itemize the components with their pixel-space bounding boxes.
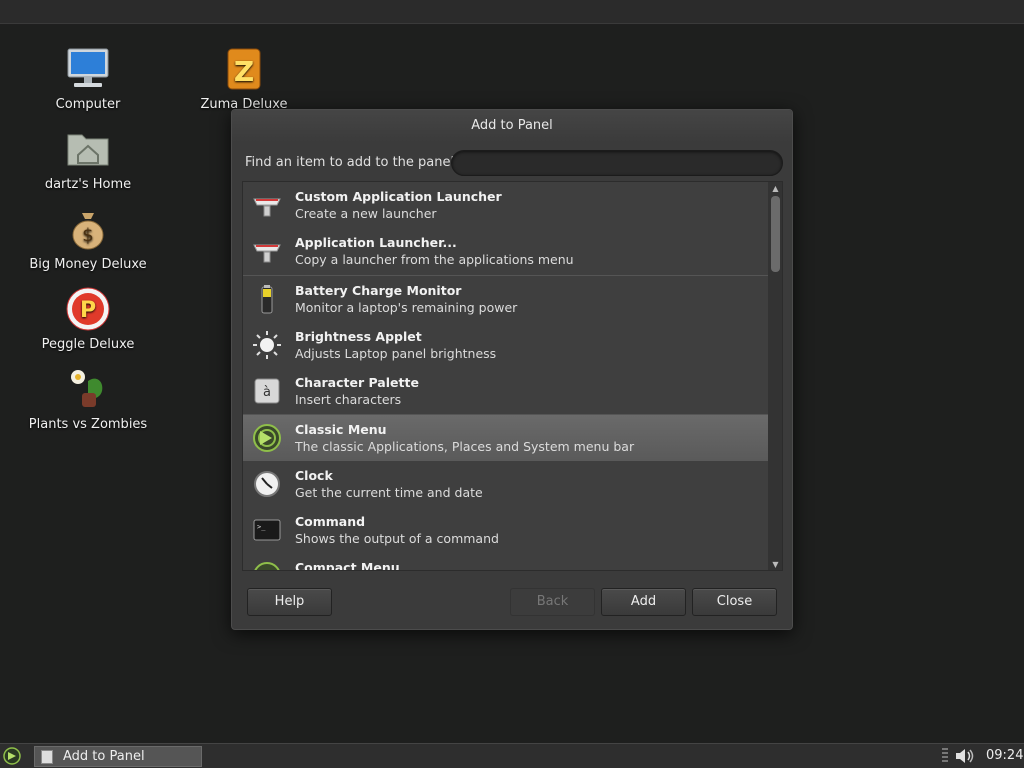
item-desc: Copy a launcher from the applications me… <box>295 252 574 267</box>
help-button[interactable]: Help <box>247 588 332 616</box>
taskbar-item-add-to-panel[interactable]: Add to Panel <box>34 746 202 767</box>
item-desc: Insert characters <box>295 392 402 407</box>
clock-icon <box>254 471 280 497</box>
clock[interactable]: 09:24 <box>986 748 1023 763</box>
item-title: Custom Application Launcher <box>295 189 502 204</box>
item-title: Command <box>295 514 366 529</box>
applet-list-viewport: Custom Application Launcher Create a new… <box>243 182 768 571</box>
desktop-icon-peggle[interactable]: P Peggle Deluxe <box>28 285 148 352</box>
list-item[interactable]: Brightness Applet Adjusts Laptop panel b… <box>243 322 768 368</box>
plants-icon <box>71 370 103 407</box>
scrollbar-thumb[interactable] <box>771 196 780 272</box>
tray-handle[interactable] <box>942 748 948 764</box>
back-button[interactable]: Back <box>510 588 595 616</box>
item-desc: Monitor a laptop's remaining power <box>295 300 518 315</box>
launcher-icon <box>253 244 281 263</box>
item-desc: The classic Applications, Places and Sys… <box>295 439 635 454</box>
svg-text:>_: >_ <box>257 523 266 531</box>
menu-icon <box>254 562 280 570</box>
zuma-icon: Z <box>227 48 261 90</box>
item-desc: Adjusts Laptop panel brightness <box>295 346 497 361</box>
desktop-icon-big-money[interactable]: $ Big Money Deluxe <box>28 205 148 272</box>
desktop-icon-zuma[interactable]: Z Zuma Deluxe <box>184 45 304 112</box>
desktop-icon-label: Plants vs Zombies <box>28 417 148 432</box>
item-desc: Shows the output of a command <box>295 531 499 546</box>
close-button[interactable]: Close <box>692 588 777 616</box>
taskbar-item-label: Add to Panel <box>63 749 145 764</box>
scroll-down-arrow-icon[interactable]: ▼ <box>768 558 782 570</box>
sun-icon <box>253 331 281 359</box>
desktop-icon-computer[interactable]: Computer <box>28 45 148 112</box>
item-desc: Get the current time and date <box>295 485 483 500</box>
desktop-icon-label: dartz's Home <box>44 177 132 192</box>
list-scrollbar[interactable]: ▲ ▼ <box>768 182 782 570</box>
home-folder-icon <box>67 134 109 166</box>
dialog-title: Add to Panel <box>232 110 792 142</box>
add-to-panel-dialog: Add to Panel Find an item to add to the … <box>231 109 793 630</box>
main-menu-icon[interactable] <box>2 746 22 766</box>
desktop-icon-label: Computer <box>55 97 121 112</box>
character-palette-icon: à <box>254 378 280 404</box>
desktop-icon-label: Peggle Deluxe <box>41 337 135 352</box>
find-label: Find an item to add to the panel: <box>245 155 459 170</box>
volume-icon[interactable] <box>954 747 976 765</box>
item-title: Brightness Applet <box>295 329 422 344</box>
svg-text:P: P <box>80 298 96 323</box>
item-title: Clock <box>295 468 333 483</box>
window-icon <box>41 750 53 764</box>
svg-text:$: $ <box>82 225 93 246</box>
peggle-icon: P <box>66 287 110 331</box>
item-title: Battery Charge Monitor <box>295 283 462 298</box>
svg-text:à: à <box>263 385 271 400</box>
list-item[interactable]: Application Launcher... Copy a launcher … <box>243 228 768 274</box>
list-item[interactable]: Compact Menu <box>243 553 768 571</box>
battery-icon <box>261 285 273 314</box>
item-title: Character Palette <box>295 375 419 390</box>
list-item[interactable]: >_ Command Shows the output of a command <box>243 507 768 553</box>
list-item[interactable]: Custom Application Launcher Create a new… <box>243 182 768 228</box>
computer-icon <box>67 48 109 87</box>
list-item[interactable]: Clock Get the current time and date <box>243 461 768 507</box>
search-input[interactable] <box>451 150 783 176</box>
desktop-icon-label: Big Money Deluxe <box>29 257 147 272</box>
item-title: Compact Menu <box>295 560 400 571</box>
terminal-icon: >_ <box>253 519 281 541</box>
item-desc: Create a new launcher <box>295 206 437 221</box>
top-panel <box>0 0 1024 24</box>
launcher-icon <box>253 198 281 217</box>
scroll-up-arrow-icon[interactable]: ▲ <box>768 182 782 196</box>
item-title: Application Launcher... <box>295 235 457 250</box>
desktop-icon-plants-vs-zombies[interactable]: Plants vs Zombies <box>28 365 148 432</box>
list-item[interactable]: Battery Charge Monitor Monitor a laptop'… <box>243 276 768 322</box>
add-button[interactable]: Add <box>601 588 686 616</box>
list-item[interactable]: à Character Palette Insert characters <box>243 368 768 414</box>
item-title: Classic Menu <box>295 422 387 437</box>
desktop-icon-home[interactable]: dartz's Home <box>28 125 148 192</box>
bottom-panel: Add to Panel 09:24 <box>0 743 1024 768</box>
menu-icon <box>253 424 281 452</box>
applet-list[interactable]: Custom Application Launcher Create a new… <box>242 181 783 571</box>
money-bag-icon: $ <box>72 213 104 250</box>
list-item-selected[interactable]: Classic Menu The classic Applications, P… <box>243 415 768 461</box>
svg-text:Z: Z <box>234 55 254 88</box>
find-row: Find an item to add to the panel: <box>245 150 783 176</box>
